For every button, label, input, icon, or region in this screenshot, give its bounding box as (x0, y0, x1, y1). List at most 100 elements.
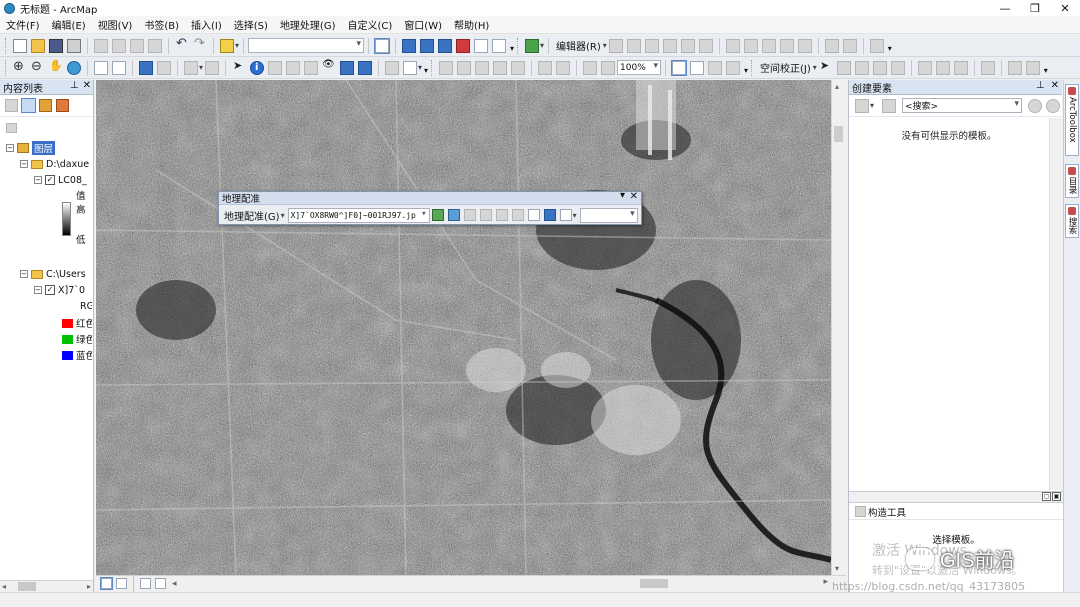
change-layout-icon[interactable] (708, 60, 723, 75)
layers-label[interactable]: 图层 (32, 141, 56, 155)
layers-root[interactable]: − 图层 (6, 141, 98, 155)
organize-templates-icon[interactable] (855, 98, 869, 113)
collapse-icon[interactable]: − (34, 176, 42, 184)
toolbar-overflow-icon[interactable]: ▾ (422, 61, 430, 75)
fixed-zoom-in-icon[interactable] (94, 60, 108, 75)
list-by-source-icon[interactable] (21, 98, 36, 113)
add-data-icon[interactable] (220, 38, 234, 53)
layout-fixed-zoom-in-icon[interactable] (538, 60, 553, 75)
time-slider-icon[interactable] (385, 60, 400, 75)
arctoolbox-icon[interactable] (456, 38, 471, 53)
create-features-icon[interactable] (869, 38, 884, 53)
chevron-down-icon[interactable]: ▾ (199, 63, 203, 72)
editor-toolbar-icon[interactable] (374, 37, 391, 54)
rotate-georef-icon[interactable] (431, 209, 444, 221)
fixed-zoom-out-icon[interactable] (112, 60, 126, 75)
pin-icon[interactable]: ⊥ (1036, 80, 1045, 91)
limited-adjustment-icon[interactable] (953, 60, 968, 75)
select-features-icon[interactable] (184, 60, 198, 75)
undo-icon[interactable] (175, 36, 189, 53)
layer-visibility-checkbox[interactable]: ✓ (45, 175, 55, 185)
multiple-links-icon[interactable] (872, 60, 887, 75)
layer-visibility-checkbox[interactable]: ✓ (45, 285, 55, 295)
layout-pan-icon[interactable] (475, 60, 490, 75)
open-icon[interactable] (31, 38, 45, 53)
splitter-button-2[interactable]: ▣ (1052, 492, 1061, 501)
straight-segment-icon[interactable] (644, 38, 659, 53)
zoom-100-icon[interactable] (511, 60, 526, 75)
layout-fixed-zoom-out-icon[interactable] (556, 60, 571, 75)
shift-icon[interactable] (463, 209, 476, 221)
new-displacement-link-icon[interactable] (836, 60, 851, 75)
clear-search-icon[interactable] (1046, 98, 1060, 113)
list-by-drawing-order-icon[interactable] (5, 99, 18, 112)
new-document-icon[interactable] (13, 38, 27, 53)
menu-windows[interactable]: 窗口(W) (404, 17, 442, 32)
panel-splitter[interactable]: ▢ ▣ (849, 491, 1063, 503)
scale-combo[interactable] (248, 38, 365, 53)
attributes-icon[interactable] (824, 38, 839, 53)
map-view[interactable] (96, 80, 831, 575)
catalog-tab[interactable]: 目录 (1065, 164, 1079, 198)
list-by-visibility-icon[interactable] (39, 99, 52, 112)
toolbar-overflow-icon[interactable]: ▾ (886, 39, 894, 53)
scroll-left-icon[interactable]: ◂ (172, 579, 177, 589)
chevron-down-icon[interactable]: ▾ (870, 101, 874, 110)
toolbar-overflow-icon[interactable]: ▾ (742, 61, 750, 75)
edit-tool-icon[interactable] (608, 38, 623, 53)
chevron-down-icon[interactable]: ▾ (281, 211, 285, 220)
toolbar-grip[interactable] (751, 59, 754, 76)
goto-xy-icon[interactable] (358, 60, 373, 75)
save-icon[interactable] (49, 38, 63, 53)
identify-icon[interactable] (250, 60, 265, 75)
find-route-icon[interactable] (340, 60, 355, 75)
close-icon[interactable]: ✕ (83, 80, 91, 91)
collapse-icon[interactable]: − (20, 270, 28, 278)
find-icon[interactable] (322, 59, 336, 75)
close-icon[interactable]: ✕ (630, 191, 638, 202)
template-search-input[interactable]: <搜索> (902, 98, 1022, 113)
minimize-button[interactable]: — (990, 0, 1020, 16)
cut-icon[interactable] (94, 38, 108, 53)
zoom-in-icon[interactable] (13, 59, 27, 75)
clear-selection-icon[interactable] (205, 60, 220, 75)
redo-icon[interactable] (193, 36, 207, 53)
forward-extent-icon[interactable] (157, 60, 171, 75)
scroll-left-icon[interactable]: ◂ (2, 582, 6, 591)
layout-view-icon[interactable] (116, 578, 127, 589)
georef-menu[interactable]: 地理配准(G) (222, 208, 282, 223)
editor-menu[interactable]: 编辑器(R) (553, 38, 604, 53)
toolbar-grip[interactable] (431, 59, 434, 76)
scroll-down-icon[interactable]: ▾ (835, 564, 839, 573)
view-link-table-icon[interactable] (1025, 60, 1040, 75)
reshape-icon[interactable] (743, 38, 758, 53)
menu-insert[interactable]: 插入(I) (191, 17, 222, 32)
zoom-to-link-icon[interactable] (511, 209, 524, 221)
endpoint-arc-icon[interactable] (662, 38, 677, 53)
delete-icon[interactable] (148, 38, 162, 53)
toolbar-options-icon[interactable]: ▾ (620, 190, 625, 201)
toolbar-grip[interactable] (5, 37, 8, 54)
georef-layer-select[interactable]: X]7`OX8RW0^]F0]~001RJ97.jp (287, 207, 430, 223)
chevron-down-icon[interactable]: ▾ (813, 63, 817, 72)
toolbar-overflow-icon[interactable]: ▾ (508, 39, 516, 53)
menu-help[interactable]: 帮助(H) (454, 17, 489, 32)
chevron-down-icon[interactable]: ▾ (573, 211, 577, 220)
template-properties-icon[interactable] (882, 98, 897, 113)
select-elements-icon[interactable] (232, 59, 246, 75)
focus-data-frame-icon[interactable] (690, 60, 705, 75)
arctoolbox-tab[interactable]: ArcToolbox (1065, 84, 1079, 156)
html-popup-icon[interactable] (286, 60, 301, 75)
layout-zoom-in-icon[interactable] (439, 60, 454, 75)
toc-window-icon[interactable] (402, 38, 417, 53)
scroll-thumb[interactable] (18, 582, 37, 591)
search-tab[interactable]: 搜索 (1065, 204, 1079, 238)
menu-edit[interactable]: 编辑(E) (52, 17, 86, 32)
copy-icon[interactable] (112, 38, 126, 53)
scroll-up-icon[interactable]: ▴ (835, 82, 839, 91)
toolbar-grip[interactable] (517, 37, 520, 54)
spatial-adjustment-menu[interactable]: 空间校正(J) (757, 60, 814, 75)
paste-icon[interactable] (130, 38, 144, 53)
select-link-icon[interactable] (495, 209, 508, 221)
refresh-icon[interactable] (140, 578, 151, 589)
